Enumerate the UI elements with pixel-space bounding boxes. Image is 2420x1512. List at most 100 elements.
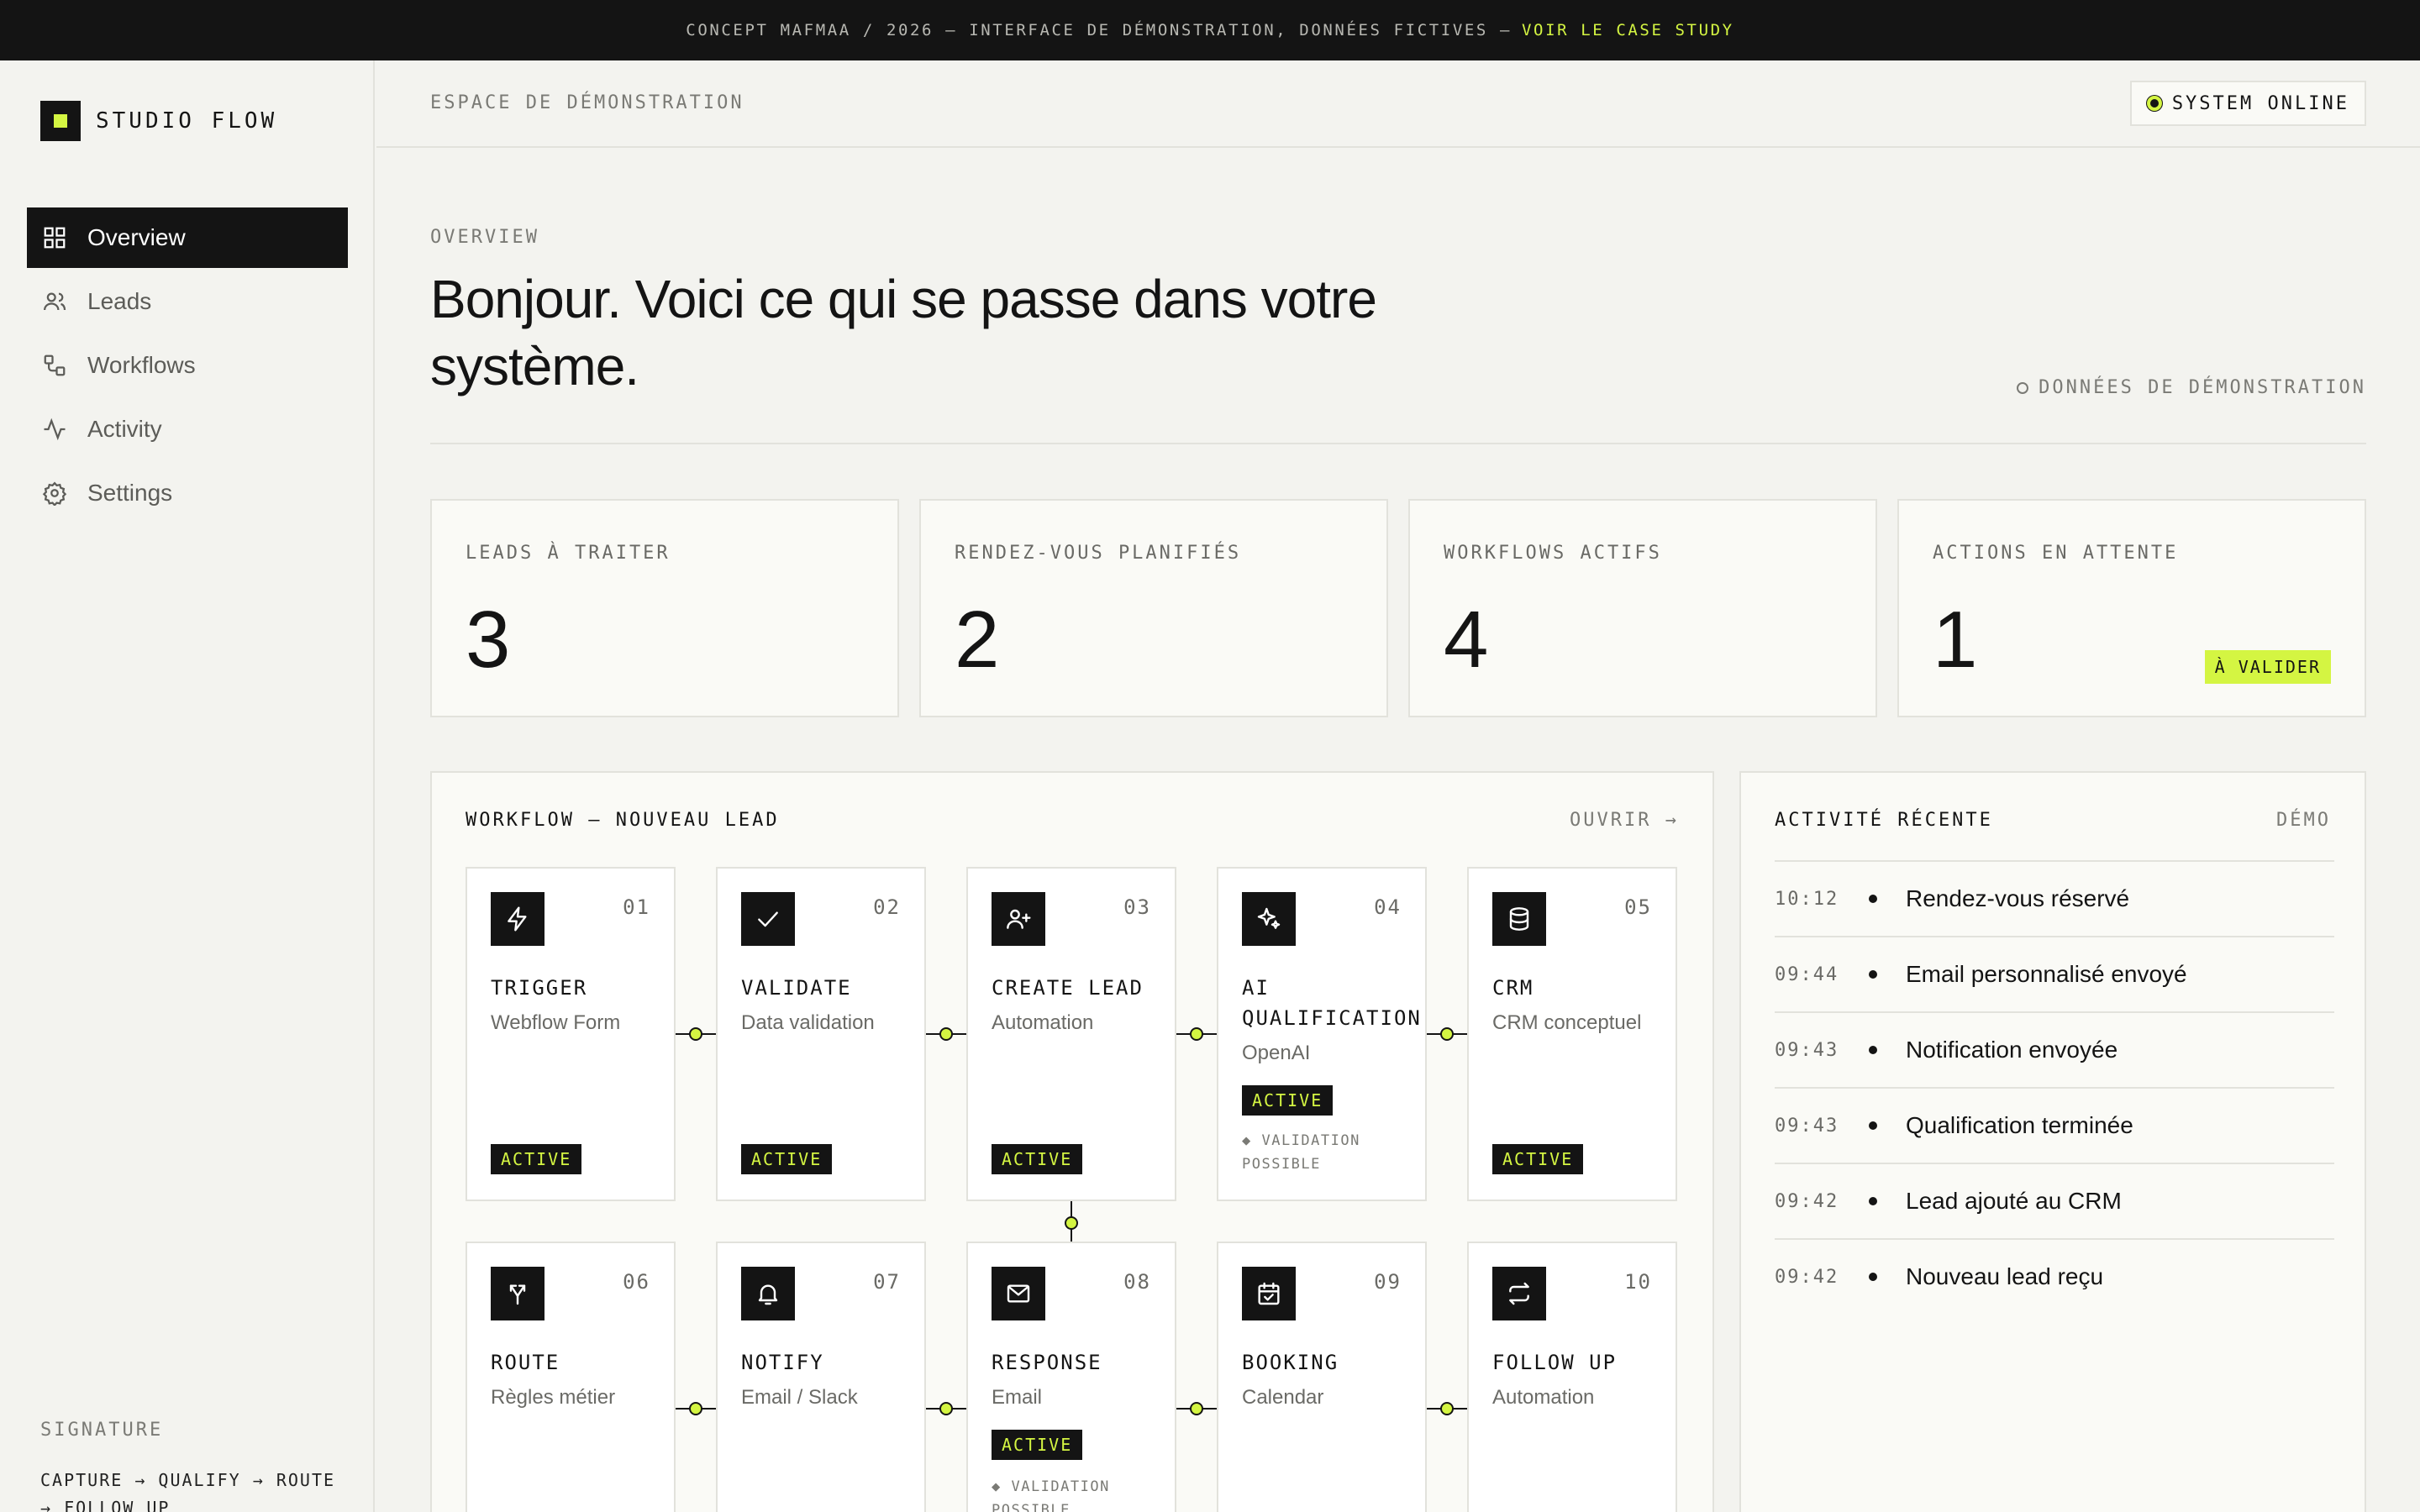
bullet-icon [1869, 1046, 1877, 1054]
workflow-step-card[interactable]: 08 RESPONSE Email ACTIVE ◆ VALIDATION POSSIB… [966, 1242, 1176, 1512]
database-icon [1509, 907, 1529, 931]
step-subtitle: Automation [992, 1011, 1094, 1034]
step-number: 01 [623, 895, 650, 919]
page-eyebrow: OVERVIEW [430, 227, 539, 248]
sidebar-item-workflows[interactable]: Workflows [27, 335, 348, 396]
signature-text: CAPTURE → QUALIFY → ROUTE → FOLLOW UP [40, 1470, 336, 1512]
workflow-step-card[interactable]: 07NOTIFYEmail / SlackACTIVE [716, 1242, 926, 1512]
step-name: CRM [1492, 976, 1534, 1000]
step-name: AI QUALIFICATION [1242, 976, 1422, 1030]
activity-item: 09:42 Lead ajouté au CRM [1775, 1163, 2334, 1238]
grid-icon [44, 227, 66, 249]
sidebar-item-activity[interactable]: Activity [27, 399, 348, 459]
activity-text: Email personnalisé envoyé [1906, 961, 2187, 987]
circle-icon [2017, 381, 2029, 394]
stat-label: RENDEZ-VOUS PLANIFIÉS [955, 543, 1242, 564]
workflow-step-card[interactable]: 03 CREATE LEAD Automation ACTIVE [966, 867, 1176, 1201]
workflow-step-card[interactable]: 10FOLLOW UPAutomationACTIVE [1467, 1242, 1677, 1512]
workflow-step-card[interactable]: 04 AI QUALIFICATION OpenAI ACTIVE ◆ VALIDATI… [1217, 867, 1427, 1201]
workflow-steps: 01 TRIGGER Webflow Form ACTIVE 02 VALIDATE Dat… [432, 773, 1712, 1512]
activity-title: ACTIVITÉ RÉCENTE [1775, 810, 1993, 831]
step-icon-box [1492, 892, 1546, 946]
status-badge: ACTIVE [992, 1430, 1083, 1460]
workflow-step-card[interactable]: 05 CRM CRM conceptuel ACTIVE [1467, 867, 1677, 1201]
sidebar-item-label: Settings [87, 480, 173, 506]
bullet-icon [1869, 1197, 1877, 1205]
demo-tag: DÉMO [2276, 810, 2331, 831]
activity-text: Qualification terminée [1906, 1112, 2133, 1138]
step-number: 10 [1624, 1270, 1652, 1294]
top-header: ESPACE DE DÉMONSTRATION SYSTEM ONLINE [376, 60, 2420, 148]
workflow-step-card[interactable]: 01 TRIGGER Webflow Form ACTIVE [466, 867, 676, 1201]
sidebar-item-label: Workflows [87, 352, 196, 378]
activity-time: 09:43 [1775, 1039, 1839, 1061]
activity-item: 09:43 Qualification terminée [1775, 1087, 2334, 1163]
activity-text: Rendez-vous réservé [1906, 885, 2130, 911]
status-badge: ACTIVE [741, 1144, 833, 1174]
activity-list: 10:12 Rendez-vous réservé 09:44 Email pers… [1775, 860, 2334, 1314]
users-icon [44, 292, 66, 311]
status-badge: ACTIVE [992, 1144, 1083, 1174]
step-icon-box [491, 1267, 544, 1320]
demo-note-text: DONNÉES DE DÉMONSTRATION [2039, 377, 2366, 398]
connector-node-icon [689, 1027, 702, 1041]
step-icon-box [1242, 892, 1296, 946]
status-text: SYSTEM ONLINE [2171, 92, 2349, 114]
step-icon-box [992, 1267, 1045, 1320]
step-name: RESPONSE [992, 1351, 1102, 1374]
step-number: 09 [1374, 1270, 1402, 1294]
step-number: 05 [1624, 895, 1652, 919]
sidebar-item-settings[interactable]: Settings [27, 463, 348, 523]
validation-note: ◆ VALIDATION POSSIBLE [1242, 1132, 1360, 1173]
split-icon [509, 1284, 526, 1305]
sidebar-item-leads[interactable]: Leads [27, 271, 348, 332]
validate-badge[interactable]: À VALIDER [2204, 650, 2331, 684]
connector-node-icon [939, 1402, 953, 1415]
brand-name: STUDIO FLOW [96, 108, 278, 134]
stat-card-pending-actions: ACTIONS EN ATTENTE 1 À VALIDER [1897, 499, 2366, 717]
status-badge: ACTIVE [491, 1144, 582, 1174]
step-icon-box [992, 892, 1045, 946]
sidebar-nav: Overview Leads Workflows Activity Settin… [27, 207, 348, 527]
stat-card-appointments: RENDEZ-VOUS PLANIFIÉS 2 [919, 499, 1388, 717]
activity-text: Nouveau lead reçu [1906, 1263, 2104, 1289]
step-number: 06 [623, 1270, 650, 1294]
bullet-icon [1869, 1273, 1877, 1281]
sidebar-item-overview[interactable]: Overview [27, 207, 348, 268]
case-study-link[interactable]: VOIR LE CASE STUDY [1522, 21, 1734, 39]
check-icon [758, 911, 778, 927]
workflow-icon [44, 354, 66, 376]
user-plus-icon [1007, 909, 1031, 929]
step-icon-box [1242, 1267, 1296, 1320]
step-icon-box [741, 892, 795, 946]
step-name: TRIGGER [491, 976, 588, 1000]
system-status-badge: SYSTEM ONLINE [2129, 81, 2366, 126]
connector-node-icon [939, 1027, 953, 1041]
stat-value: 4 [1444, 595, 1489, 685]
sidebar-item-label: Leads [87, 288, 152, 314]
step-subtitle: OpenAI [1242, 1042, 1311, 1064]
stat-label: WORKFLOWS ACTIFS [1444, 543, 1662, 564]
bullet-icon [1869, 895, 1877, 903]
connector-node-icon [1440, 1402, 1454, 1415]
stat-label: ACTIONS EN ATTENTE [1933, 543, 2179, 564]
stat-value: 3 [466, 595, 511, 685]
activity-time: 09:42 [1775, 1190, 1839, 1212]
connector-node-icon [1440, 1027, 1454, 1041]
step-name: VALIDATE [741, 976, 852, 1000]
stat-value: 1 [1933, 595, 1978, 685]
workflow-step-card[interactable]: 09BOOKINGCalendarACTIVE [1217, 1242, 1427, 1512]
step-name: ROUTE [491, 1351, 560, 1374]
brand-logo[interactable]: STUDIO FLOW [40, 101, 277, 141]
workflow-step-card[interactable]: 06ROUTERègles métierACTIVE [466, 1242, 676, 1512]
workflow-step-card[interactable]: 02 VALIDATE Data validation ACTIVE [716, 867, 926, 1201]
sidebar-item-label: Activity [87, 416, 162, 442]
divider [430, 443, 2366, 444]
demo-banner: CONCEPT MAFMAA / 2026 — INTERFACE DE DÉM… [0, 0, 2420, 60]
activity-time: 10:12 [1775, 888, 1839, 910]
mail-icon [1007, 1284, 1030, 1303]
bullet-icon [1869, 970, 1877, 979]
step-subtitle: CRM conceptuel [1492, 1011, 1642, 1034]
activity-icon [44, 417, 66, 441]
activity-item: 09:43 Notification envoyée [1775, 1011, 2334, 1087]
